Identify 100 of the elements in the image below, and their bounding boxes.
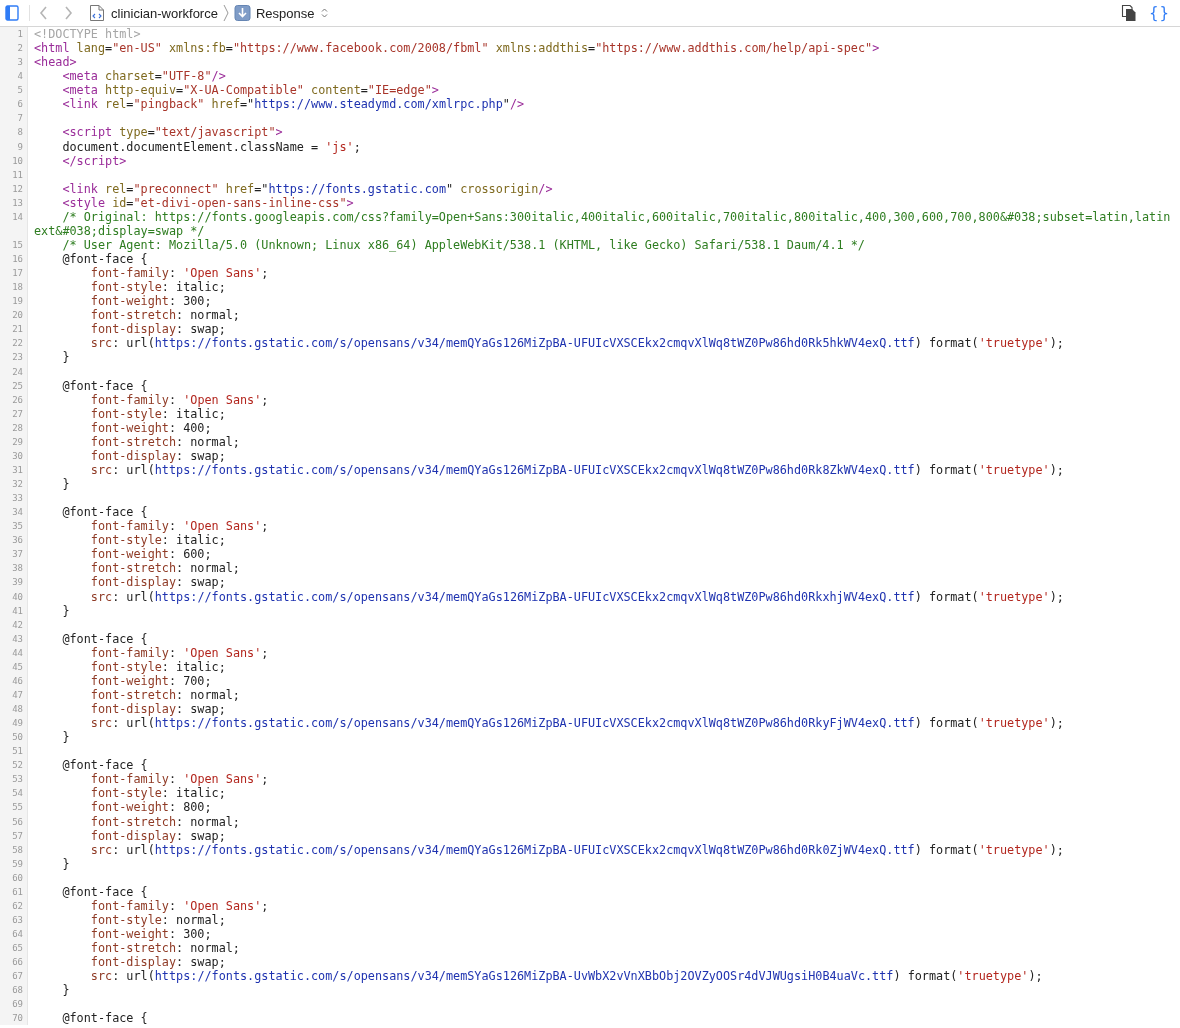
line-number: 19: [0, 294, 28, 309]
breadcrumb-item[interactable]: clinician-workforce: [89, 4, 218, 22]
line-number: 18: [0, 280, 28, 295]
code-line: }: [61, 477, 70, 492]
code-line: font-weight: 400;: [89, 420, 212, 435]
code-line: font-style: italic;: [89, 786, 226, 801]
line-number: 2: [0, 41, 28, 56]
line-number: 35: [0, 519, 28, 534]
code-line: font-stretch: normal;: [89, 814, 240, 829]
line-number: 5: [0, 83, 28, 98]
line-number: 17: [0, 266, 28, 281]
code-line: @font-face {: [61, 631, 148, 646]
code-line: font-stretch: normal;: [89, 434, 240, 449]
line-number: 4: [0, 69, 28, 84]
code-line: <style id="et-divi-open-sans-inline-css">: [61, 195, 354, 210]
line-number: 23: [0, 350, 28, 365]
code-line: <!DOCTYPE html>: [34, 27, 141, 42]
line-number: 34: [0, 505, 28, 520]
line-number: 7: [0, 111, 28, 126]
code-line: @font-face {: [61, 884, 148, 899]
line-number: 55: [0, 800, 28, 815]
code-line: /* User Agent: Mozilla/5.0 (Unknown; Linux x86_64) AppleWebKit/538.1 (KHTML, like Gecko) Safari/538.1 Daum/4.1 */: [62, 237, 865, 252]
line-number: 54: [0, 786, 28, 801]
code-line: font-display: swap;: [89, 828, 226, 843]
code-line: font-style: italic;: [89, 533, 226, 548]
code-line: font-family: 'Open Sans';: [89, 392, 269, 407]
line-number: 33: [0, 491, 28, 506]
code-line: </script>: [61, 153, 127, 168]
line-number: 48: [0, 702, 28, 717]
code-line: font-style: italic;: [89, 406, 226, 421]
line-number: 52: [0, 758, 28, 773]
code-line: font-display: swap;: [89, 955, 226, 970]
line-number: 3: [0, 55, 28, 70]
code-line: }: [61, 856, 70, 871]
line-number: 8: [0, 125, 28, 140]
code-line: font-style: italic;: [89, 659, 226, 674]
code-line: }: [61, 730, 70, 745]
code-line: src: url(https://fonts.gstatic.com/s/opensans/v34/memQYaGs126MiZpBA-UFUIcVXSCEkx2cmqvXlWq8tWZ0Pw86hd0RkyFjWV4exQ.ttf) format('truetype');: [89, 716, 1064, 731]
breadcrumb-separator-icon[interactable]: [221, 4, 230, 22]
code-line: font-family: 'Open Sans';: [89, 898, 269, 913]
pretty-print-button[interactable]: {}: [1146, 4, 1172, 22]
code-line: <head>: [34, 55, 77, 70]
copy-icon[interactable]: [1120, 4, 1137, 22]
code-line: font-display: swap;: [89, 702, 226, 717]
code-line: @font-face {: [61, 1011, 148, 1026]
code-line: font-weight: 700;: [89, 673, 212, 688]
line-number: 67: [0, 969, 28, 984]
code-line: src: url(https://fonts.gstatic.com/s/opensans/v34/memQYaGs126MiZpBA-UFUIcVXSCEkx2cmqvXlWq8tWZ0Pw86hd0RkxhjWV4exQ.ttf) format('truetype');: [89, 589, 1064, 604]
line-number: 68: [0, 983, 28, 998]
line-number: 36: [0, 533, 28, 548]
line-number: 69: [0, 997, 28, 1012]
code-line: src: url(https://fonts.gstatic.com/s/opensans/v34/memQYaGs126MiZpBA-UFUIcVXSCEkx2cmqvXlWq8tWZ0Pw86hd0Rk8ZkWV4exQ.ttf) format('truetype');: [89, 462, 1064, 477]
up-down-chevron-icon: [321, 7, 329, 19]
code-line: font-stretch: normal;: [89, 941, 240, 956]
code-line: font-family: 'Open Sans';: [89, 772, 269, 787]
line-number: 38: [0, 561, 28, 576]
code-line: <meta http-equiv="X-UA-Compatible" content="IE=edge">: [61, 83, 439, 98]
line-number: 21: [0, 322, 28, 337]
code-line: font-style: normal;: [89, 912, 226, 927]
code-line: <html lang="en-US" xmlns:fb="https://www.facebook.com/2008/fbml" xmlns:addthis="https://www.addthis.com/help/api-spec">: [34, 41, 880, 56]
line-number: 39: [0, 575, 28, 590]
sidebar-toggle-icon[interactable]: [5, 5, 19, 21]
code-line: @font-face {: [61, 252, 148, 267]
code-line: /* Original: https://fonts.googleapis.com/css?family=Open+Sans:300italic,400italic,600italic,700italic,800italic,400,300,600,700,800&#038;subset=latin,latin ext&#038;display=swap */: [34, 209, 1171, 238]
code-line: font-display: swap;: [89, 575, 226, 590]
code-line: src: url(https://fonts.gstatic.com/s/opensans/v34/memSYaGs126MiZpBA-UvWbX2vVnXBbObj2OVZyOOSr4dVJWUgsiH0B4uaVc.ttf) format('truetype');: [89, 969, 1043, 984]
code-line: font-weight: 800;: [89, 800, 212, 815]
code-line: font-style: italic;: [89, 280, 226, 295]
code-line: }: [61, 983, 70, 998]
code-line: font-weight: 300;: [89, 927, 212, 942]
code-line: @font-face {: [61, 505, 148, 520]
line-number: 65: [0, 941, 28, 956]
code-line: src: url(https://fonts.gstatic.com/s/opensans/v34/memQYaGs126MiZpBA-UFUIcVXSCEkx2cmqvXlWq8tWZ0Pw86hd0Rk0ZjWV4exQ.ttf) format('truetype');: [89, 842, 1064, 857]
code-line: src: url(https://fonts.gstatic.com/s/opensans/v34/memQYaGs126MiZpBA-UFUIcVXSCEkx2cmqvXlWq8tWZ0Pw86hd0Rk5hkWV4exQ.ttf) format('truetype');: [89, 336, 1064, 351]
code-line: @font-face {: [61, 758, 148, 773]
code-line: font-stretch: normal;: [89, 308, 240, 323]
code-line: font-display: swap;: [89, 448, 226, 463]
code-line: font-weight: 300;: [89, 294, 212, 309]
line-number: 1: [0, 27, 28, 42]
code-line: <meta charset="UTF-8"/>: [61, 69, 226, 84]
code-line: @font-face {: [61, 378, 148, 393]
line-number: 53: [0, 772, 28, 787]
line-number: 70: [0, 1011, 28, 1026]
code-line: font-display: swap;: [89, 322, 226, 337]
line-number: 22: [0, 336, 28, 351]
code-line: font-family: 'Open Sans';: [89, 266, 269, 281]
code-line: document.documentElement.className = 'js';: [61, 139, 361, 154]
code-line: }: [61, 350, 70, 365]
code-line: font-stretch: normal;: [89, 561, 240, 576]
download-icon: [233, 4, 251, 22]
breadcrumb-item[interactable]: Response: [233, 4, 329, 22]
code-line: font-family: 'Open Sans';: [89, 519, 269, 534]
code-line: font-weight: 600;: [89, 547, 212, 562]
code-line: <link rel="preconnect" href="https://fonts.gstatic.com" crossorigin/>: [61, 181, 553, 196]
line-number: 50: [0, 730, 28, 745]
code-line: <link rel="pingback" href="https://www.steadymd.com/xmlrpc.php"/>: [61, 97, 525, 112]
file-icon: [89, 4, 106, 22]
line-number: 6: [0, 97, 28, 112]
code-line: }: [61, 603, 70, 618]
line-number: 37: [0, 547, 28, 562]
